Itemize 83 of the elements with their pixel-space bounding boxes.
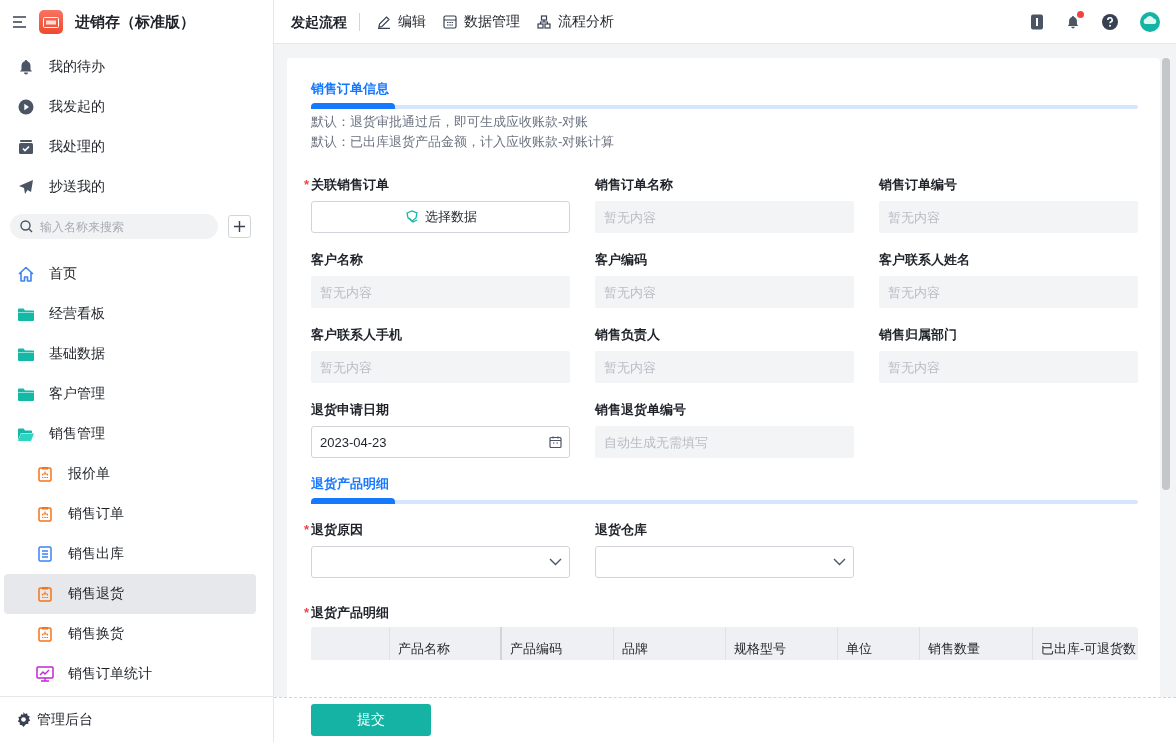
field-label: 客户联系人手机 <box>310 326 402 344</box>
hierarchy-icon <box>537 14 551 29</box>
menu-icon[interactable] <box>13 16 27 28</box>
nav-item[interactable]: 我发起的 <box>0 87 273 127</box>
folder-icon <box>18 347 34 361</box>
table-icon <box>443 14 457 29</box>
clipboard-icon <box>38 506 52 522</box>
menu-item[interactable]: 客户管理 <box>0 374 273 414</box>
avatar-icon[interactable] <box>1140 11 1160 32</box>
menu-item[interactable]: 销售订单 <box>4 494 256 534</box>
field-label: 销售退货单编号 <box>593 401 686 419</box>
menu-item[interactable]: 经营看板 <box>0 294 273 334</box>
toolbar-link[interactable]: 编辑 <box>377 12 426 31</box>
toolbar-link[interactable]: 流程分析 <box>537 12 614 31</box>
menu-item[interactable]: 销售退货 <box>4 574 256 614</box>
admin-link[interactable]: 管理后台 <box>37 710 93 729</box>
select-field[interactable] <box>311 546 570 578</box>
section-title: 退货产品明细 <box>311 475 389 493</box>
note-text: 默认：已出库退货产品金额，计入应收账款-对账计算 <box>311 133 615 151</box>
select-data-button[interactable]: 选择数据 <box>311 201 570 233</box>
column-header: 规格型号 <box>725 627 837 660</box>
column-header: 已出库-可退货数 <box>1032 627 1152 660</box>
nav-item[interactable]: 我的待办 <box>0 47 273 87</box>
monitor-chart-icon <box>36 666 54 682</box>
checked-box-icon <box>18 139 34 155</box>
calendar-icon <box>549 435 562 449</box>
document-icon <box>38 546 52 562</box>
menu-item[interactable]: 销售管理 <box>0 414 273 454</box>
play-icon <box>18 99 34 115</box>
page-title: 发起流程 <box>291 12 360 31</box>
menu-item[interactable]: 首页 <box>0 254 273 294</box>
add-button[interactable] <box>228 215 251 238</box>
menu-item[interactable]: 销售订单统计 <box>4 654 256 694</box>
field-label: *退货原因 <box>304 521 363 539</box>
pencil-icon <box>377 14 391 29</box>
column-header: 单位 <box>837 627 919 660</box>
search-icon <box>20 220 33 233</box>
field-label: *关联销售订单 <box>304 176 389 194</box>
clipboard-icon <box>38 626 52 642</box>
field-label: 客户名称 <box>310 251 363 269</box>
open-folder-icon <box>18 427 34 441</box>
column-header: 销售数量 <box>919 627 1032 660</box>
search-field[interactable]: 输入名称来搜索 <box>10 214 218 239</box>
section-title: 销售订单信息 <box>311 80 389 98</box>
select-field[interactable] <box>595 546 854 578</box>
folder-icon <box>18 387 34 401</box>
nav-item[interactable]: 我处理的 <box>0 127 273 167</box>
menu-item[interactable]: 报价单 <box>4 454 256 494</box>
column-header: 产品编码 <box>500 627 613 660</box>
note-text: 默认：退货审批通过后，即可生成应收账款-对账 <box>311 113 589 131</box>
bell-icon <box>18 59 34 75</box>
app-title: 进销存（标准版） <box>75 12 195 32</box>
paper-plane-icon <box>18 179 34 195</box>
app-logo <box>39 10 63 34</box>
date-field[interactable]: 2023-04-23 <box>311 426 570 458</box>
home-icon <box>17 265 35 283</box>
plus-icon <box>233 220 246 233</box>
nav-item[interactable]: 抄送我的 <box>0 167 273 207</box>
field-label: 客户联系人姓名 <box>878 251 970 269</box>
chevron-down-icon <box>833 558 846 566</box>
field-label: 销售订单名称 <box>593 176 673 194</box>
gear-icon <box>16 712 31 727</box>
column-header: 品牌 <box>613 627 725 660</box>
notebook-icon[interactable] <box>1030 13 1044 30</box>
clipboard-icon <box>38 586 52 602</box>
chevron-down-icon <box>549 558 562 566</box>
scrollbar-thumb[interactable] <box>1162 58 1170 490</box>
clipboard-icon <box>38 466 52 482</box>
menu-item[interactable]: 销售换货 <box>4 614 256 654</box>
field-label: 客户编码 <box>594 251 647 269</box>
column-header: 产品名称 <box>389 627 500 660</box>
data-icon <box>404 210 419 224</box>
toolbar-link[interactable]: 数据管理 <box>443 12 520 31</box>
folder-icon <box>18 307 34 321</box>
field-label: 退货仓库 <box>594 521 647 539</box>
field-label: 销售负责人 <box>593 326 660 344</box>
field-label: 退货申请日期 <box>310 401 389 419</box>
field-label: 销售归属部门 <box>877 326 957 344</box>
menu-item[interactable]: 基础数据 <box>0 334 273 374</box>
field-label: 销售订单编号 <box>877 176 957 194</box>
help-icon[interactable] <box>1102 13 1118 30</box>
field-label: *退货产品明细 <box>304 604 389 622</box>
menu-item[interactable]: 销售出库 <box>4 534 256 574</box>
